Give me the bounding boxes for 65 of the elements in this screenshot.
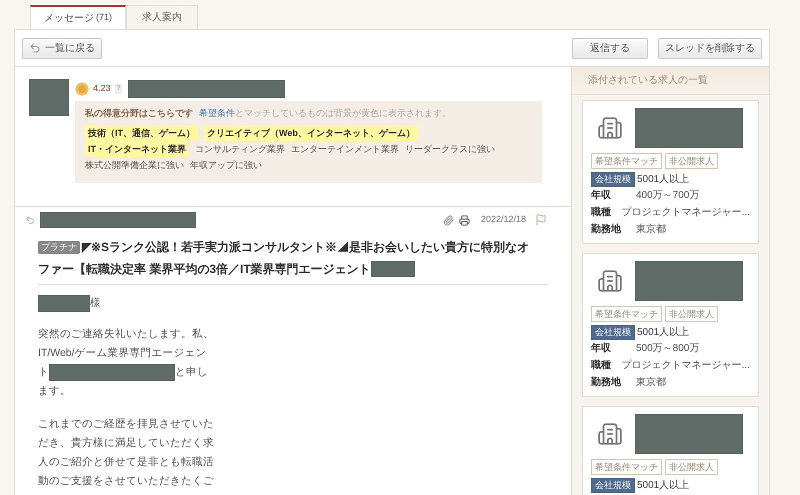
message-text: これまでのご経歴を拝見させていた	[38, 417, 214, 432]
specialty-tag: IT・インターネット業界	[85, 140, 189, 156]
reply-icon[interactable]	[25, 215, 35, 225]
message-text: と申し	[175, 365, 208, 380]
company-size-value: 5001人以上	[637, 478, 690, 493]
back-arrow-icon	[29, 42, 41, 54]
message-text: だき、貴方様に満足していただく求	[38, 436, 214, 451]
message-text: 突然のご連絡失礼いたします。私、	[38, 327, 214, 342]
detail-label: 職種	[591, 358, 612, 373]
company-size-value: 5001人以上	[637, 172, 690, 187]
detail-value: 東京都	[636, 222, 666, 237]
job-tag: 非公開求人	[665, 306, 718, 322]
toolbar-button[interactable]: スレッドを削除する	[658, 38, 762, 58]
message-text: IT/Web/ゲーム業界専門エージェン	[38, 346, 207, 361]
print-icon[interactable]	[458, 214, 470, 226]
rating-value: 4.23	[93, 82, 111, 96]
specialty-tag: 年収アップに強い	[190, 156, 262, 172]
sidebar-header: 添付されている求人の一覧	[572, 67, 769, 95]
specialty-tag: クリエイティブ（Web、インターネット、ゲーム）	[204, 124, 418, 140]
job-tag: 非公開求人	[665, 459, 718, 475]
detail-label: 勤務地	[591, 222, 622, 237]
message-text: ト	[38, 365, 49, 380]
medal-icon	[75, 82, 89, 96]
detail-value: プロジェクトマネージャー...	[622, 358, 750, 373]
detail-value: 500万～800万	[636, 342, 700, 356]
detail-label: 職種	[591, 206, 612, 220]
flag-icon[interactable]	[535, 214, 547, 226]
message-subject: ファー【転職決定率 業界平均の3倍／IT業界専門エージェント	[38, 261, 371, 278]
message-text: 人のご紹介と併せて是非とも転職活	[38, 455, 214, 470]
job-tag: 希望条件マッチ	[591, 153, 662, 169]
detail-label: 年収	[591, 188, 612, 203]
message-text: 動のご支援をさせていただきたくご	[38, 474, 214, 489]
detail-value: 400万～700万	[636, 189, 700, 203]
detail-value: 東京都	[636, 376, 666, 390]
specialty-tag: コンサルティング業界	[195, 140, 285, 156]
company-size-label: 会社規模	[591, 325, 635, 340]
toolbar-button[interactable]: 返信する	[572, 38, 648, 58]
job-tag: 希望条件マッチ	[591, 459, 662, 475]
detail-label: 勤務地	[591, 376, 622, 390]
tab[interactable]: 求人案内	[126, 5, 198, 29]
avatar-placeholder	[29, 79, 69, 116]
message-subject: ◤※Sランク公認！若手実力派コンサルタント※◢是非お会いしたい貴方に特別なオ	[82, 239, 530, 256]
specialty-tag: リーダークラスに強い	[405, 140, 495, 156]
platinum-badge: プラチナ	[38, 240, 80, 254]
company-size-label: 会社規模	[591, 172, 635, 187]
job-tag: 非公開求人	[665, 153, 718, 169]
company-size-label: 会社規模	[591, 478, 635, 493]
specialty-tag: 株式公開準備企業に強い	[85, 156, 184, 172]
job-tag: 希望条件マッチ	[591, 306, 662, 322]
detail-value: プロジェクトマネージャー...	[622, 206, 750, 220]
specialty-tag: 技術（IT、通信、ゲーム）	[85, 124, 198, 140]
redacted-block	[38, 295, 90, 312]
message-text: ます。	[38, 384, 71, 399]
attachment-icon	[442, 214, 454, 226]
specialties-title: 私の得意分野はこちらです	[85, 107, 193, 120]
salutation: 様	[90, 296, 101, 311]
message-date: 2022/12/18	[480, 213, 526, 226]
specialty-tag: エンターテインメント業界	[291, 140, 399, 156]
redacted-block	[370, 261, 415, 277]
back-button[interactable]: 一覧に戻る	[22, 38, 102, 58]
preferences-link[interactable]: 希望条件	[199, 107, 235, 120]
tab[interactable]: メッセージ (71)	[30, 5, 126, 29]
company-size-value: 5001人以上	[637, 326, 690, 340]
detail-label: 年収	[591, 342, 612, 356]
specialties-note: とマッチしているものは背景が黄色に表示されます。	[235, 107, 451, 120]
